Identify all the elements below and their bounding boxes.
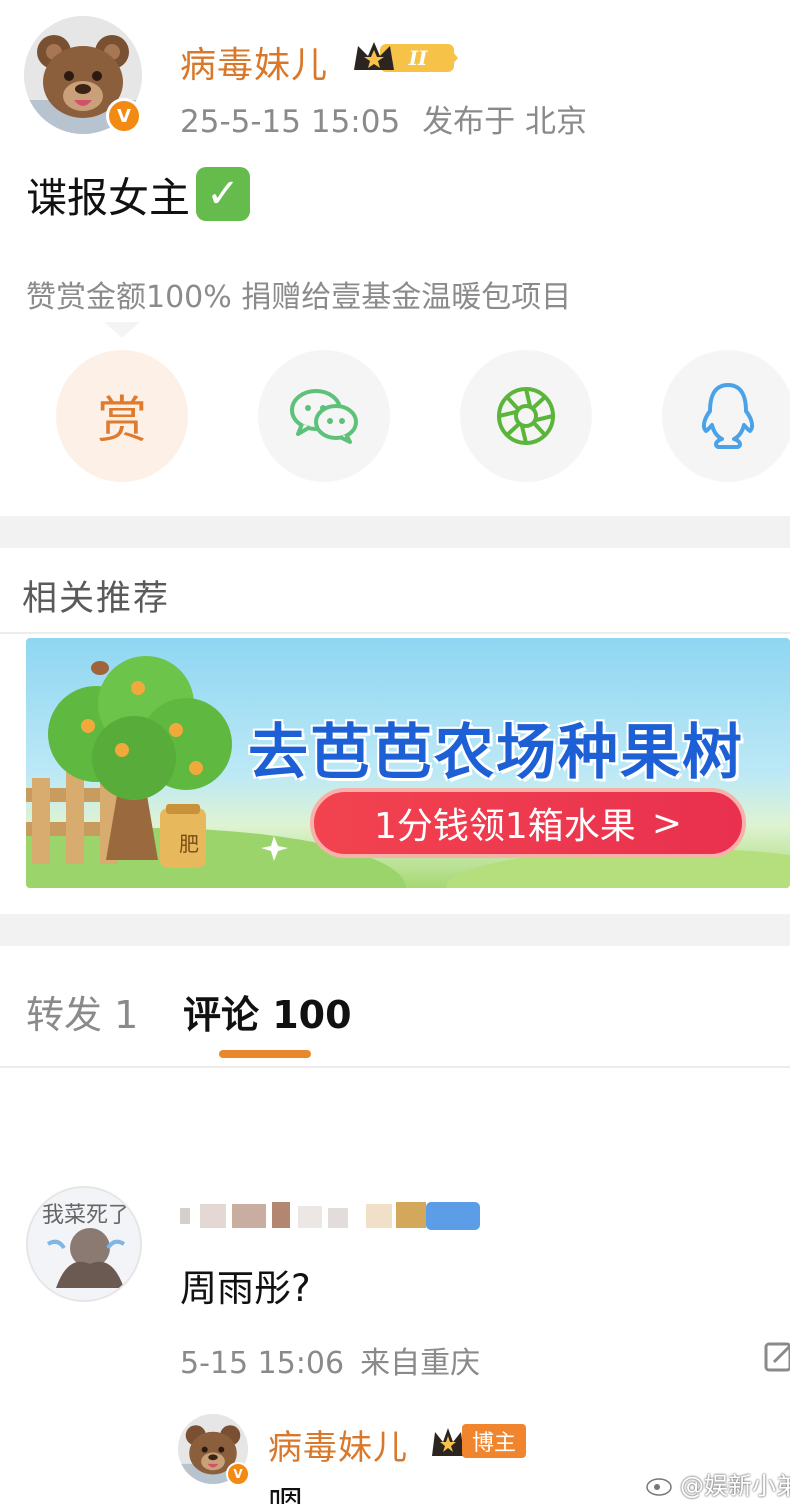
host-badge: 博主 <box>462 1424 527 1458</box>
post-timestamp: 25-5-15 15:05 <box>180 104 401 140</box>
wechat-icon <box>290 389 358 444</box>
watermark: @娱新小弟 <box>646 1466 790 1501</box>
commenter-avatar-text: 我菜死了 <box>42 1203 130 1228</box>
divider-line <box>0 1066 790 1068</box>
comment-time: 5-15 15:06 <box>180 1346 345 1381</box>
share-moments-button[interactable] <box>460 350 592 482</box>
section-divider <box>0 516 790 548</box>
post-body: 谍报女主 ✓ <box>26 164 250 224</box>
verified-v-icon: V <box>226 1462 250 1486</box>
weibo-logo-icon <box>646 1474 675 1496</box>
active-tab-indicator <box>219 1050 311 1058</box>
reply-text: 嗯 <box>268 1476 304 1504</box>
crown-icon <box>432 1428 464 1456</box>
reward-button[interactable]: 赏 <box>56 350 188 482</box>
ad-banner[interactable]: 肥 去芭芭农场种果树 1分钱领1箱水果 > <box>26 638 790 888</box>
reward-label: 赏 <box>97 391 147 449</box>
share-qq-button[interactable] <box>662 350 790 482</box>
tab-repost[interactable]: 转发 1 <box>26 984 138 1039</box>
reply-edit-icon[interactable] <box>764 1340 790 1372</box>
section-divider <box>0 914 790 946</box>
author-name[interactable]: 病毒妹儿 <box>180 36 328 88</box>
ad-cta-label: 1分钱领1箱水果 <box>374 806 636 847</box>
share-wechat-button[interactable] <box>258 350 390 482</box>
moments-icon <box>497 387 555 445</box>
comment-text: 周雨彤? <box>180 1267 311 1310</box>
comment-meta: 5-15 15:06 来自重庆 <box>180 1338 480 1382</box>
qq-penguin-icon <box>701 383 755 449</box>
ad-cta-button[interactable]: 1分钱领1箱水果 > <box>310 788 746 858</box>
divider-line <box>0 632 790 634</box>
post-location: 发布于 北京 <box>422 104 588 140</box>
recommend-title: 相关推荐 <box>22 579 171 619</box>
crown-level-badge-icon: II <box>354 42 458 72</box>
check-mark-emoji-icon: ✓ <box>196 167 250 221</box>
reply-author-name[interactable]: 病毒妹儿 <box>268 1420 408 1469</box>
watermark-text: @娱新小弟 <box>680 1472 790 1500</box>
verified-v-icon: V <box>106 98 142 134</box>
reply-author-avatar-container[interactable]: V <box>178 1414 250 1486</box>
fertilizer-label: 肥 <box>179 832 199 856</box>
anime-avatar-icon: 我菜死了 <box>28 1188 140 1300</box>
blurred-username[interactable] <box>180 1200 480 1230</box>
author-avatar-container[interactable]: V <box>24 16 142 134</box>
level-badge-text: II <box>408 46 428 70</box>
ad-headline: 去芭芭农场种果树 <box>248 718 744 788</box>
post-meta: 25-5-15 15:05 发布于 北京 <box>180 96 587 141</box>
comment-location: 来自重庆 <box>360 1346 481 1381</box>
tooltip-pointer <box>104 322 140 338</box>
tab-comments[interactable]: 评论 100 <box>183 984 352 1039</box>
commenter-avatar[interactable]: 我菜死了 <box>26 1186 142 1302</box>
post-text: 谍报女主 <box>26 174 190 222</box>
chevron-right-icon: > <box>651 802 682 844</box>
reward-note: 赞赏金额100% 捐赠给壹基金温暖包项目 <box>26 280 572 315</box>
